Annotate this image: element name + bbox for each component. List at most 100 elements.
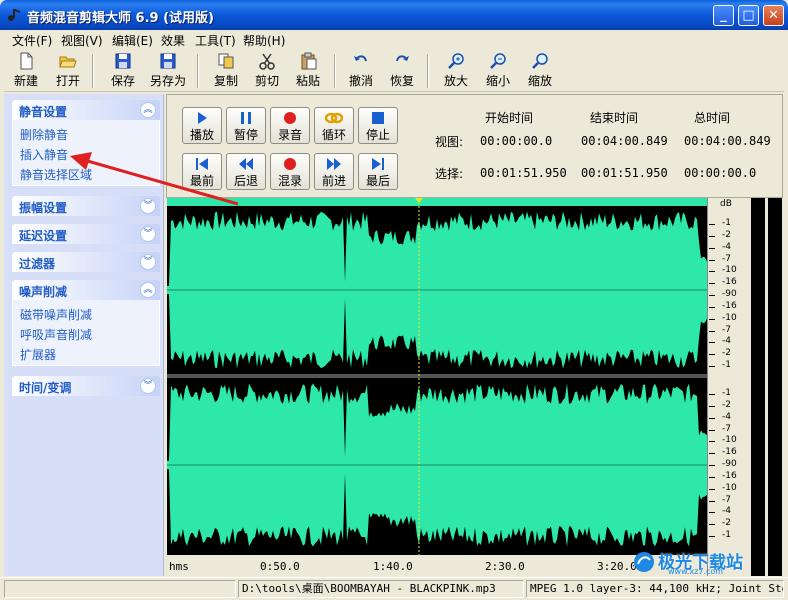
undo-button[interactable]: 撤消 [339,52,383,89]
skip-to-end-icon [372,158,384,170]
waveform-channel-right [167,383,707,547]
play-icon [198,112,207,124]
db-scale-tick [709,394,715,395]
paste-button[interactable]: 粘贴 [286,52,330,89]
zoom-button[interactable]: 缩放 [518,52,562,89]
status-format: MPEG 1.0 layer-3: 44,100 kHz; Joint Ster… [526,580,784,598]
expand-chevron-icon[interactable]: ︾ [140,254,156,270]
db-scale-label: -1 [722,218,731,228]
menu-help[interactable]: 帮助(H) [243,32,285,49]
loop-button[interactable]: 循环 [314,107,354,144]
db-scale-tick [709,318,715,320]
link-delete-silence[interactable]: 删除静音 [20,126,68,143]
group-delay-header[interactable]: 延迟设置 ︾ [12,224,160,244]
db-scale-label: -1 [722,530,731,540]
new-button[interactable]: 新建 [4,52,48,89]
menu-tools[interactable]: 工具(T) [195,32,236,49]
waveform-view[interactable] [167,198,707,576]
link-tape-noise-reduction[interactable]: 磁带噪声削减 [20,306,92,323]
group-noise-body: 磁带噪声削减 呼吸声音削减 扩展器 [12,300,160,366]
db-scale-tick [709,330,715,332]
expand-chevron-icon[interactable]: ︾ [140,198,156,214]
view-label: 视图: [435,135,464,149]
selection-start-time: 00:01:51.950 [480,166,567,180]
db-scale-tick [709,488,715,490]
link-insert-silence[interactable]: 插入静音 [20,146,68,163]
rewind-button[interactable]: 后退 [226,153,266,190]
pause-button[interactable]: 暂停 [226,107,266,144]
menu-bar: 文件(F) 视图(V) 编辑(E) 效果 工具(T) 帮助(H) [4,30,784,50]
link-breath-reduction[interactable]: 呼吸声音削减 [20,326,92,343]
menu-view[interactable]: 视图(V) [61,32,103,49]
waveform-channel-left [167,211,707,369]
stop-button[interactable]: 停止 [358,107,398,144]
time-ruler: hms 0:50.0 1:40.0 2:30.0 3:20.0 [167,555,707,576]
expand-chevron-icon[interactable]: ︾ [140,226,156,242]
open-button[interactable]: 打开 [46,52,90,89]
view-end-time: 00:04:00.849 [581,134,668,148]
save-as-button[interactable]: 另存为 [144,52,192,89]
group-filter-header[interactable]: 过滤器 ︾ [12,252,160,272]
zoom-in-button[interactable]: 放大 [434,52,478,89]
db-scale-label: -4 [722,506,731,517]
view-total-time: 00:04:00.849 [684,134,771,148]
window-title: 音频混音剪辑大师 6.9 (试用版) [27,11,214,26]
first-button[interactable]: 最前 [182,153,222,190]
collapse-chevron-icon[interactable]: ︽ [140,102,156,118]
minimize-button[interactable]: _ [713,5,734,26]
redo-icon [396,55,409,62]
selection-end-time: 00:01:51.950 [581,166,668,180]
open-folder-icon [59,56,77,68]
db-scale-label: -7 [722,253,731,264]
link-silence-selection[interactable]: 静音选择区域 [20,166,92,183]
fast-forward-button[interactable]: 前进 [314,153,354,190]
db-scale-label: -10 [722,265,737,276]
collapse-chevron-icon[interactable]: ︽ [140,282,156,298]
level-meters [747,198,783,576]
group-time-header[interactable]: 时间/变调 ︾ [12,376,160,396]
db-scale-label: -7 [722,423,731,434]
play-button[interactable]: 播放 [182,107,222,144]
db-scale-tick [709,536,715,537]
toolbar-separator [197,54,199,88]
end-time-header: 结束时间 [590,111,639,125]
cut-button[interactable]: 剪切 [245,52,289,89]
save-disk-icon [115,53,131,69]
save-button[interactable]: 保存 [101,52,145,89]
expand-chevron-icon[interactable]: ︾ [140,378,156,394]
db-scale-tick [709,465,715,466]
db-scale-label: -90 [722,459,737,469]
record-button[interactable]: 录音 [270,107,310,144]
db-scale-tick [709,271,715,273]
undo-icon [354,55,367,62]
copy-button[interactable]: 复制 [204,52,248,89]
view-start-time: 00:00:00.0 [480,134,553,148]
maximize-button[interactable]: □ [738,5,759,26]
toolbar: 新建 打开 保存 另存为 复制 剪切 粘贴 撤消 恢复 放大 缩小 缩放 [4,50,784,92]
title-bar: 音频混音剪辑大师 6.9 (试用版) _ □ ✕ [0,0,788,30]
level-meter-right [768,198,782,576]
db-scale-label: -2 [722,348,731,359]
db-scale-tick [709,441,715,443]
app-icon [8,9,20,21]
zoom-out-button[interactable]: 缩小 [476,52,520,89]
link-expander[interactable]: 扩展器 [20,346,56,363]
close-button[interactable]: ✕ [763,5,784,26]
menu-edit[interactable]: 编辑(E) [112,32,153,49]
pause-icon [241,112,251,124]
record-icon [284,112,296,124]
menu-effects[interactable]: 效果 [161,32,185,49]
group-noise-header[interactable]: 噪声削减 ︽ [12,280,160,300]
last-button[interactable]: 最后 [358,153,398,190]
redo-button[interactable]: 恢复 [380,52,424,89]
scissors-icon [259,53,275,70]
task-panel: 静音设置 ︽ 删除静音 插入静音 静音选择区域 振幅设置 ︾ 延迟设置 ︾ 过滤… [4,94,164,576]
mix-record-button[interactable]: 混录 [270,153,310,190]
menu-file[interactable]: 文件(F) [12,32,52,49]
db-scale-label: -10 [722,435,737,446]
group-silence-header[interactable]: 静音设置 ︽ [12,100,160,120]
db-scale-tick [709,524,715,526]
group-amplitude-header[interactable]: 振幅设置 ︾ [12,196,160,216]
mix-record-icon [284,158,296,170]
db-scale-label: -1 [722,360,731,370]
